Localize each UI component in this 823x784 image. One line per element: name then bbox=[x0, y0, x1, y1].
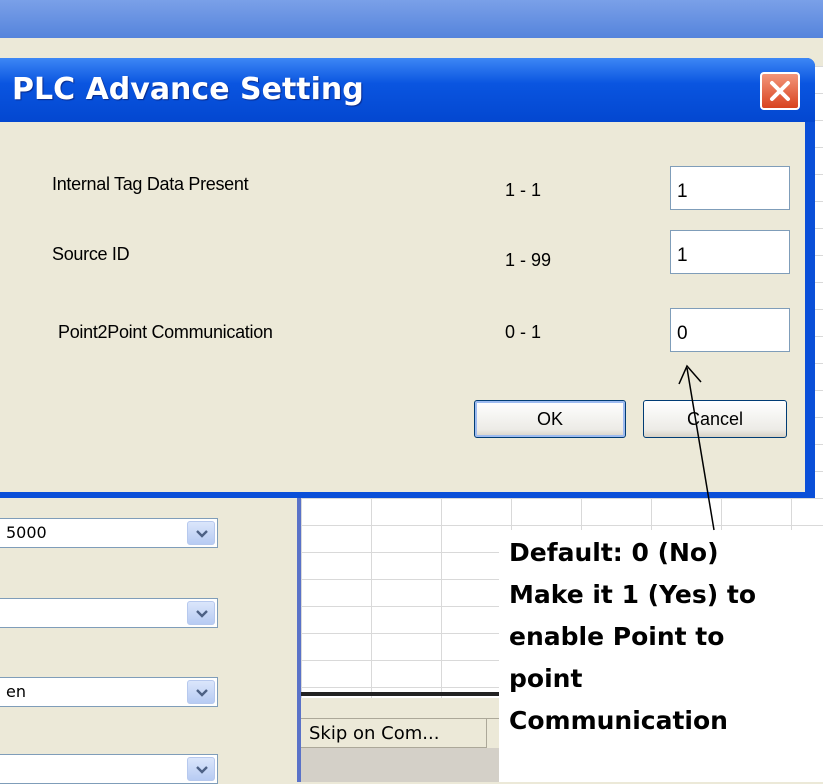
annotation-arrow-line bbox=[686, 367, 715, 531]
annotation-arrow-head bbox=[678, 364, 702, 385]
annotation-arrow bbox=[678, 364, 715, 531]
